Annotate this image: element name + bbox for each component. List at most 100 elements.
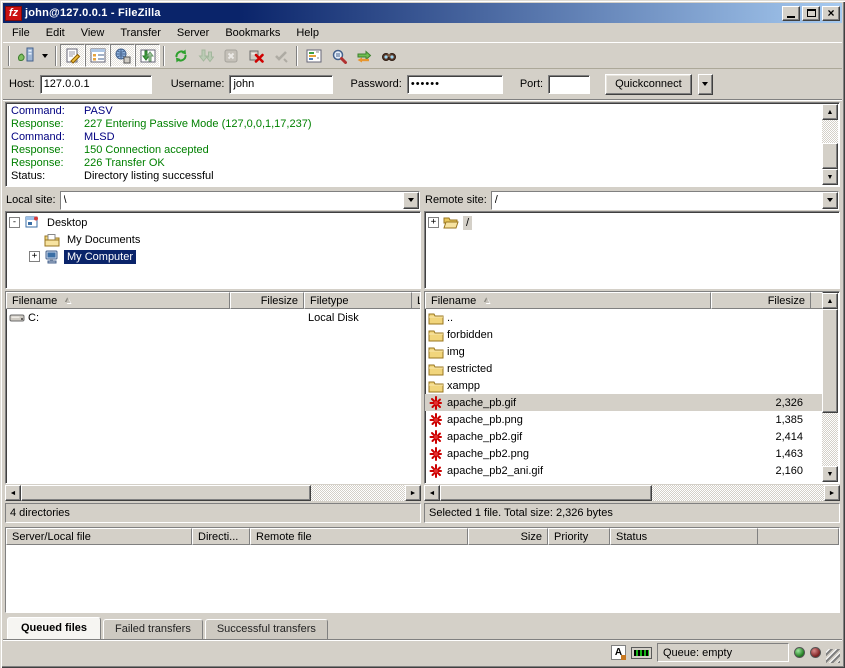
menu-item[interactable]: Transfer: [112, 25, 169, 41]
scroll-up-button[interactable]: ▲: [822, 104, 838, 120]
scroll-up-button[interactable]: ▲: [822, 293, 838, 309]
menu-item[interactable]: File: [4, 25, 38, 41]
scrollbar-track[interactable]: [822, 120, 838, 143]
remote-file-row[interactable]: apache_pb.gif 2,326: [425, 394, 823, 411]
column-header[interactable]: Filesize: [230, 292, 304, 309]
local-site-combo[interactable]: [60, 191, 420, 210]
local-file-row[interactable]: C: Local Disk: [6, 309, 420, 326]
remote-list-body[interactable]: .. forbidden img restricte: [425, 309, 823, 483]
find-button[interactable]: [376, 44, 401, 67]
scroll-left-button[interactable]: ◄: [5, 485, 21, 501]
column-header[interactable]: L: [412, 292, 421, 309]
tree-expander-icon[interactable]: +: [428, 217, 439, 228]
scrollbar-track[interactable]: [822, 413, 838, 466]
process-queue-button[interactable]: [193, 44, 218, 67]
synchronized-browsing-button[interactable]: [351, 44, 376, 67]
remote-site-input[interactable]: [492, 192, 822, 209]
column-header[interactable]: Server/Local file: [6, 528, 192, 545]
directory-comparison-button[interactable]: [326, 44, 351, 67]
quickconnect-button[interactable]: Quickconnect: [605, 74, 692, 95]
scrollbar-thumb[interactable]: [822, 309, 838, 413]
tree-item-label[interactable]: Desktop: [44, 216, 90, 230]
column-header[interactable]: Directi...: [192, 528, 250, 545]
scroll-right-button[interactable]: ►: [405, 485, 421, 501]
cancel-operation-button[interactable]: [218, 44, 243, 67]
menu-item[interactable]: Help: [288, 25, 327, 41]
column-header[interactable]: Priority: [548, 528, 610, 545]
column-header[interactable]: Filename ▲: [6, 292, 230, 309]
tree-item[interactable]: + My Computer: [7, 248, 419, 265]
remote-site-combo[interactable]: [491, 191, 839, 210]
remote-file-row[interactable]: apache_pb2.gif 2,414: [425, 428, 823, 445]
tree-item[interactable]: - Desktop: [7, 214, 419, 231]
tree-item[interactable]: My Documents: [7, 231, 419, 248]
site-manager-dropdown-button[interactable]: [38, 44, 52, 67]
transfer-tab[interactable]: Failed transfers: [103, 619, 203, 639]
local-list-body[interactable]: C: Local Disk: [6, 309, 420, 483]
toggle-local-tree-button[interactable]: [85, 44, 110, 67]
resize-grip[interactable]: [826, 649, 840, 663]
remote-file-row[interactable]: apache_pb2_ani.gif 2,160: [425, 462, 823, 479]
scroll-right-button[interactable]: ►: [824, 485, 840, 501]
title-bar[interactable]: fz john@127.0.0.1 - FileZilla ×: [3, 3, 842, 23]
remote-file-row[interactable]: ..: [425, 309, 823, 326]
remote-file-row[interactable]: xampp: [425, 377, 823, 394]
file-size: 1,385: [709, 414, 807, 426]
menu-item[interactable]: Edit: [38, 25, 73, 41]
column-header[interactable]: Filename ▲: [425, 292, 711, 309]
remote-horizontal-scrollbar[interactable]: ◄ ►: [424, 485, 840, 501]
scrollbar-thumb[interactable]: [21, 485, 311, 501]
column-header[interactable]: Filesize: [711, 292, 811, 309]
scroll-down-button[interactable]: ▼: [822, 466, 838, 482]
toggle-message-log-button[interactable]: [60, 44, 85, 67]
column-header[interactable]: Remote file: [250, 528, 468, 545]
filter-button[interactable]: [301, 44, 326, 67]
tree-item-label[interactable]: My Computer: [64, 250, 136, 264]
scrollbar-thumb[interactable]: [440, 485, 652, 501]
message-log-scrollbar[interactable]: ▲ ▼: [822, 104, 838, 185]
close-button[interactable]: ×: [822, 6, 840, 21]
remote-file-row[interactable]: restricted: [425, 360, 823, 377]
scroll-down-button[interactable]: ▼: [822, 169, 838, 185]
transfer-tab[interactable]: Successful transfers: [205, 619, 328, 639]
menu-item[interactable]: Server: [169, 25, 217, 41]
tree-expander-icon[interactable]: +: [29, 251, 40, 262]
tree-item-label[interactable]: /: [463, 216, 472, 230]
remote-site-dropdown-button[interactable]: [822, 192, 838, 209]
transfer-tab[interactable]: Queued files: [7, 617, 101, 639]
minimize-button[interactable]: [782, 6, 800, 21]
host-input[interactable]: [40, 75, 152, 94]
scrollbar-track[interactable]: [652, 485, 824, 501]
reconnect-button[interactable]: [268, 44, 293, 67]
remote-file-row[interactable]: img: [425, 343, 823, 360]
menu-item[interactable]: Bookmarks: [217, 25, 288, 41]
remote-file-row[interactable]: apache_pb2.png 1,463: [425, 445, 823, 462]
menu-item[interactable]: View: [73, 25, 113, 41]
refresh-button[interactable]: [168, 44, 193, 67]
queue-body[interactable]: [6, 545, 839, 612]
scrollbar-thumb[interactable]: [822, 143, 838, 169]
disconnect-button[interactable]: [243, 44, 268, 67]
site-manager-button[interactable]: [13, 44, 38, 67]
remote-file-row[interactable]: apache_pb.png 1,385: [425, 411, 823, 428]
scroll-left-button[interactable]: ◄: [424, 485, 440, 501]
remote-file-row[interactable]: forbidden: [425, 326, 823, 343]
column-header[interactable]: Filetype: [304, 292, 412, 309]
local-horizontal-scrollbar[interactable]: ◄ ►: [5, 485, 421, 501]
local-site-input[interactable]: [61, 192, 403, 209]
toggle-transfer-queue-button[interactable]: [135, 44, 160, 67]
scrollbar-track[interactable]: [311, 485, 405, 501]
quickconnect-dropdown-button[interactable]: [698, 74, 713, 95]
password-input[interactable]: [407, 75, 503, 94]
maximize-button[interactable]: [802, 6, 820, 21]
local-site-dropdown-button[interactable]: [403, 192, 419, 209]
username-input[interactable]: [229, 75, 333, 94]
column-header[interactable]: Status: [610, 528, 758, 545]
tree-expander-icon[interactable]: -: [9, 217, 20, 228]
tree-item[interactable]: + /: [426, 214, 838, 231]
tree-item-label[interactable]: My Documents: [64, 233, 143, 247]
toggle-remote-tree-button[interactable]: [110, 44, 135, 67]
remote-vertical-scrollbar[interactable]: ▲ ▼: [822, 293, 838, 482]
port-input[interactable]: [548, 75, 590, 94]
column-header[interactable]: Size: [468, 528, 548, 545]
